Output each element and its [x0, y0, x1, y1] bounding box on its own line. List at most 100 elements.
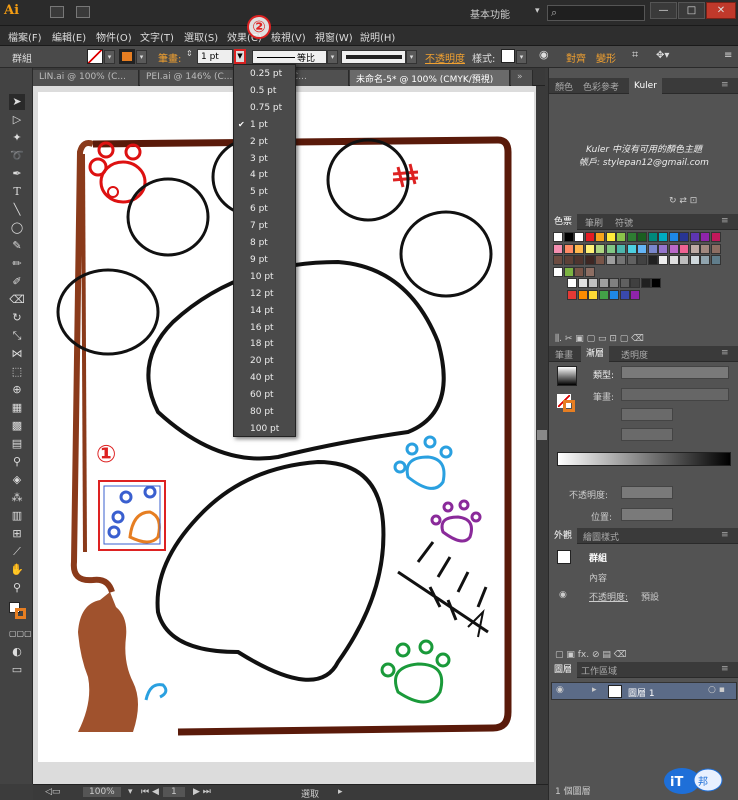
tab-untitled[interactable]: 未命名-5* @ 100% (CMYK/預視) — [350, 70, 510, 86]
rotate-tool-icon[interactable]: ↻ — [9, 310, 25, 326]
tab-color-guide[interactable]: 色彩參考 — [583, 80, 619, 93]
color-swatch[interactable] — [700, 232, 710, 242]
selection-tool-icon[interactable]: ➤ — [9, 94, 25, 110]
align-link[interactable]: 對齊 — [566, 50, 586, 65]
symbol-sprayer-tool-icon[interactable]: ⁂ — [9, 490, 25, 506]
color-swatch[interactable] — [588, 278, 598, 288]
brush-dropdown[interactable]: ▾ — [406, 50, 417, 64]
color-swatch[interactable] — [700, 255, 710, 265]
arrange-docs-icon[interactable] — [76, 6, 90, 18]
color-swatch[interactable] — [609, 289, 619, 300]
bridge-icon[interactable] — [50, 6, 64, 18]
stroke-weight-option[interactable]: 7 pt — [250, 221, 296, 231]
artboard-number-field[interactable]: 1 — [163, 787, 185, 797]
color-swatch[interactable] — [577, 278, 588, 288]
stroke-weight-option[interactable]: 1 pt — [250, 120, 296, 130]
color-swatch[interactable] — [647, 243, 658, 254]
stroke-weight-option[interactable]: 12 pt — [250, 289, 296, 299]
magic-wand-tool-icon[interactable]: ✦ — [9, 130, 25, 146]
stroke-weight-option[interactable]: 8 pt — [250, 238, 296, 248]
color-swatch[interactable] — [679, 243, 689, 254]
color-swatch[interactable] — [563, 255, 574, 265]
color-swatch[interactable] — [553, 255, 563, 265]
gradient-tool-icon[interactable]: ▤ — [9, 436, 25, 452]
color-swatch[interactable] — [626, 232, 637, 242]
gradient-opacity-field[interactable] — [621, 486, 673, 499]
ellipse-tool-icon[interactable]: ◯ — [9, 220, 25, 236]
blend-tool-icon[interactable]: ◈ — [9, 472, 25, 488]
color-swatch[interactable] — [679, 255, 689, 265]
scrollbar-thumb[interactable] — [537, 430, 547, 440]
free-transform-tool-icon[interactable]: ⬚ — [9, 364, 25, 380]
stroke-weight-option[interactable]: 20 pt — [250, 356, 296, 366]
stroke-weight-option[interactable]: 3 pt — [250, 154, 296, 164]
color-swatch[interactable] — [689, 232, 700, 242]
menu-type[interactable]: 文字(T) — [140, 29, 174, 44]
color-swatch[interactable] — [605, 243, 616, 254]
color-swatch[interactable] — [563, 232, 574, 242]
workspace-switcher[interactable]: 基本功能 — [470, 6, 510, 21]
scale-tool-icon[interactable]: ⤡ — [9, 328, 25, 344]
color-swatch[interactable] — [637, 232, 647, 242]
color-swatch[interactable] — [567, 289, 577, 300]
color-swatch[interactable] — [658, 243, 668, 254]
color-mode-icon[interactable]: ▢▢▢ — [9, 626, 32, 642]
stroke-weight-option[interactable]: 80 pt — [250, 407, 296, 417]
stroke-weight-option[interactable]: 0.5 pt — [250, 86, 296, 96]
color-swatch[interactable] — [679, 232, 689, 242]
menu-select[interactable]: 選取(S) — [184, 29, 218, 44]
stroke-weight-field[interactable]: 1 pt — [197, 49, 233, 64]
swatch-grid[interactable] — [553, 232, 723, 302]
tab-stroke[interactable]: 筆畫 — [555, 348, 573, 361]
panel-menu-icon[interactable]: ≡ — [721, 530, 729, 540]
recolor-icon[interactable]: ◉ — [539, 48, 549, 61]
stroke-swatch[interactable] — [119, 49, 135, 64]
appearance-footer-icons[interactable]: ▢ ▣ fx. ⊘ ▤ ⌫ — [555, 650, 626, 660]
fill-swatch[interactable] — [87, 49, 103, 64]
type-tool-icon[interactable]: T — [9, 184, 25, 200]
menu-edit[interactable]: 編輯(E) — [52, 29, 86, 44]
appearance-opacity-link[interactable]: 不透明度: — [589, 590, 628, 603]
tab-swatches[interactable]: 色票 — [549, 214, 578, 230]
status-menu-icon[interactable]: ▸ — [338, 787, 343, 797]
stroke-weight-option[interactable]: 60 pt — [250, 390, 296, 400]
layer-target-icon[interactable]: ○ ▪ — [708, 685, 725, 695]
kuler-refresh-icon[interactable]: ↻ ⇄ ⊡ — [669, 196, 697, 206]
color-swatch[interactable] — [640, 278, 651, 288]
gradient-type-select[interactable] — [621, 366, 729, 379]
menu-file[interactable]: 檔案(F) — [8, 29, 42, 44]
color-swatch[interactable] — [651, 278, 661, 288]
swatch-library-icon[interactable]: ⫼. ✂ ▣ ▢ ▭ ⊡ ▢ ⌫ — [555, 334, 644, 344]
color-swatch[interactable] — [700, 243, 710, 254]
zoom-dropdown-icon[interactable]: ▾ — [128, 787, 133, 797]
color-swatch[interactable] — [658, 255, 668, 265]
color-swatch[interactable] — [668, 243, 679, 254]
color-swatch[interactable] — [553, 232, 563, 242]
color-swatch[interactable] — [577, 289, 588, 300]
color-swatch[interactable] — [668, 232, 679, 242]
color-swatch[interactable] — [609, 278, 619, 288]
color-swatch[interactable] — [616, 255, 626, 265]
color-swatch[interactable] — [630, 278, 640, 288]
panel-menu-icon[interactable]: ≡ — [721, 216, 729, 226]
stroke-weight-option[interactable]: 10 pt — [250, 272, 296, 282]
fill-dropdown[interactable]: ▾ — [104, 50, 115, 64]
shape-builder-tool-icon[interactable]: ⊕ — [9, 382, 25, 398]
style-dropdown[interactable]: ▾ — [516, 50, 527, 64]
color-swatch[interactable] — [605, 255, 616, 265]
color-swatch[interactable] — [689, 255, 700, 265]
color-swatch[interactable] — [553, 266, 563, 277]
gradient-slider[interactable] — [557, 452, 731, 466]
color-swatch[interactable] — [598, 289, 609, 300]
hand-tool-icon[interactable]: ✋ — [9, 562, 25, 578]
stroke-weight-option[interactable]: 14 pt — [250, 306, 296, 316]
transform-link[interactable]: 變形 — [596, 50, 616, 65]
tab-transparency[interactable]: 透明度 — [621, 348, 648, 361]
stroke-weight-option[interactable]: 5 pt — [250, 187, 296, 197]
minimize-button[interactable]: — — [650, 2, 677, 19]
blob-brush-tool-icon[interactable]: ✐ — [9, 274, 25, 290]
gradient-stroke-options[interactable] — [621, 388, 729, 401]
chevron-down-icon[interactable]: ▾ — [535, 6, 540, 16]
menu-object[interactable]: 物件(O) — [96, 29, 132, 44]
stroke-weight-option[interactable]: 9 pt — [250, 255, 296, 265]
